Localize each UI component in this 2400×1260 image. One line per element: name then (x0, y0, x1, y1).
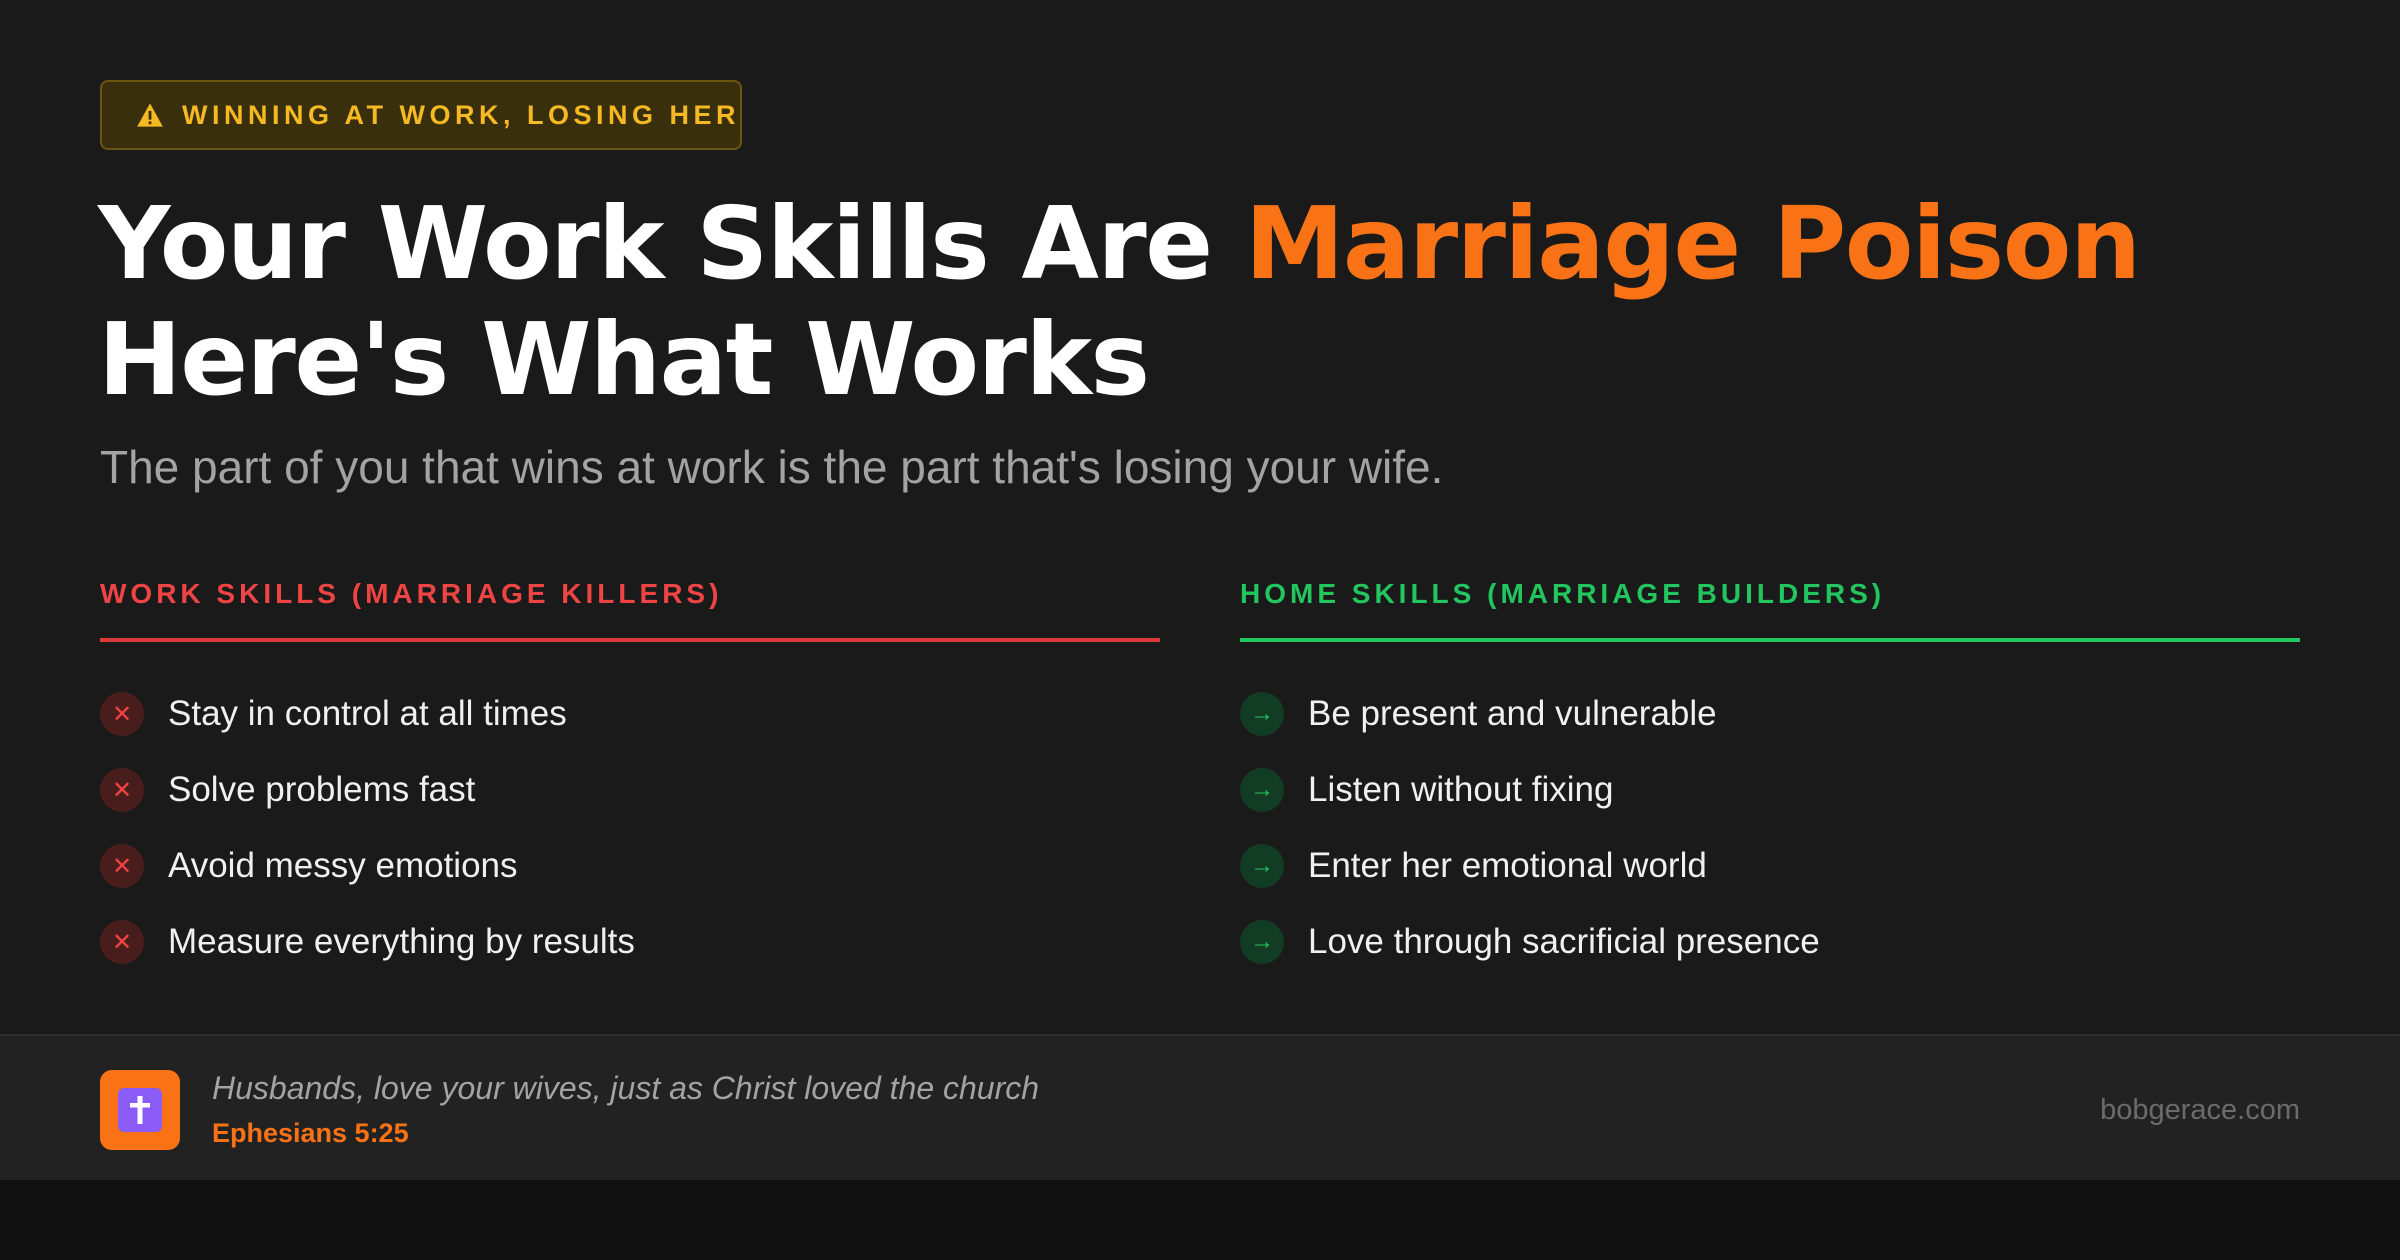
list-item: ✕ Measure everything by results (100, 904, 1160, 980)
title-line1-accent: Marriage Poison (1244, 185, 2141, 302)
home-skills-column: HOME SKILLS (MARRIAGE BUILDERS) → Be pre… (1240, 578, 2300, 980)
x-icon: ✕ (100, 692, 144, 736)
home-skills-list: → Be present and vulnerable → Listen wit… (1240, 676, 2300, 980)
item-label: Avoid messy emotions (168, 846, 518, 885)
list-item: → Listen without fixing (1240, 752, 2300, 828)
title-line1-plain: Your Work Skills Are (98, 185, 1245, 302)
home-skills-divider (1240, 638, 2300, 642)
work-skills-divider (100, 638, 1160, 642)
scripture-quote: Husbands, love your wives, just as Chris… (212, 1070, 1040, 1106)
item-label: Measure everything by results (168, 922, 635, 961)
title-line2: Here's What Works (98, 301, 1150, 418)
work-skills-list: ✕ Stay in control at all times ✕ Solve p… (100, 676, 1160, 980)
scripture-reference: Ephesians 5:25 (212, 1118, 409, 1148)
list-item: → Enter her emotional world (1240, 828, 2300, 904)
list-item: → Love through sacrificial presence (1240, 904, 2300, 980)
list-item: → Be present and vulnerable (1240, 676, 2300, 752)
card: WINNING AT WORK, LOSING HER Your Work Sk… (0, 0, 2400, 1180)
list-item: ✕ Avoid messy emotions (100, 828, 1160, 904)
x-icon: ✕ (100, 844, 144, 888)
warning-icon (137, 103, 163, 127)
list-item: ✕ Stay in control at all times (100, 676, 1160, 752)
item-label: Listen without fixing (1308, 770, 1614, 809)
arrow-right-icon: → (1240, 844, 1284, 888)
arrow-right-icon: → (1240, 692, 1284, 736)
site-link[interactable]: bobgerace.com (2100, 1094, 2300, 1127)
arrow-right-icon: → (1240, 920, 1284, 964)
arrow-right-icon: → (1240, 768, 1284, 812)
work-skills-heading: WORK SKILLS (MARRIAGE KILLERS) (100, 578, 723, 609)
item-label: Stay in control at all times (168, 694, 567, 733)
page-title: Your Work Skills Are Marriage Poison Her… (98, 185, 2141, 418)
warning-badge: WINNING AT WORK, LOSING HER (100, 80, 742, 150)
x-icon: ✕ (100, 768, 144, 812)
item-label: Solve problems fast (168, 770, 476, 809)
footer: Husbands, love your wives, just as Chris… (0, 1034, 2400, 1180)
x-icon: ✕ (100, 920, 144, 964)
badge-label: WINNING AT WORK, LOSING HER (182, 99, 740, 130)
list-item: ✕ Solve problems fast (100, 752, 1160, 828)
work-skills-column: WORK SKILLS (MARRIAGE KILLERS) ✕ Stay in… (100, 578, 1160, 980)
cross-icon (100, 1070, 180, 1150)
item-label: Enter her emotional world (1308, 846, 1707, 885)
home-skills-heading: HOME SKILLS (MARRIAGE BUILDERS) (1240, 578, 1886, 609)
item-label: Love through sacrificial presence (1308, 922, 1820, 961)
item-label: Be present and vulnerable (1308, 694, 1717, 733)
subtitle: The part of you that wins at work is the… (100, 441, 1444, 493)
